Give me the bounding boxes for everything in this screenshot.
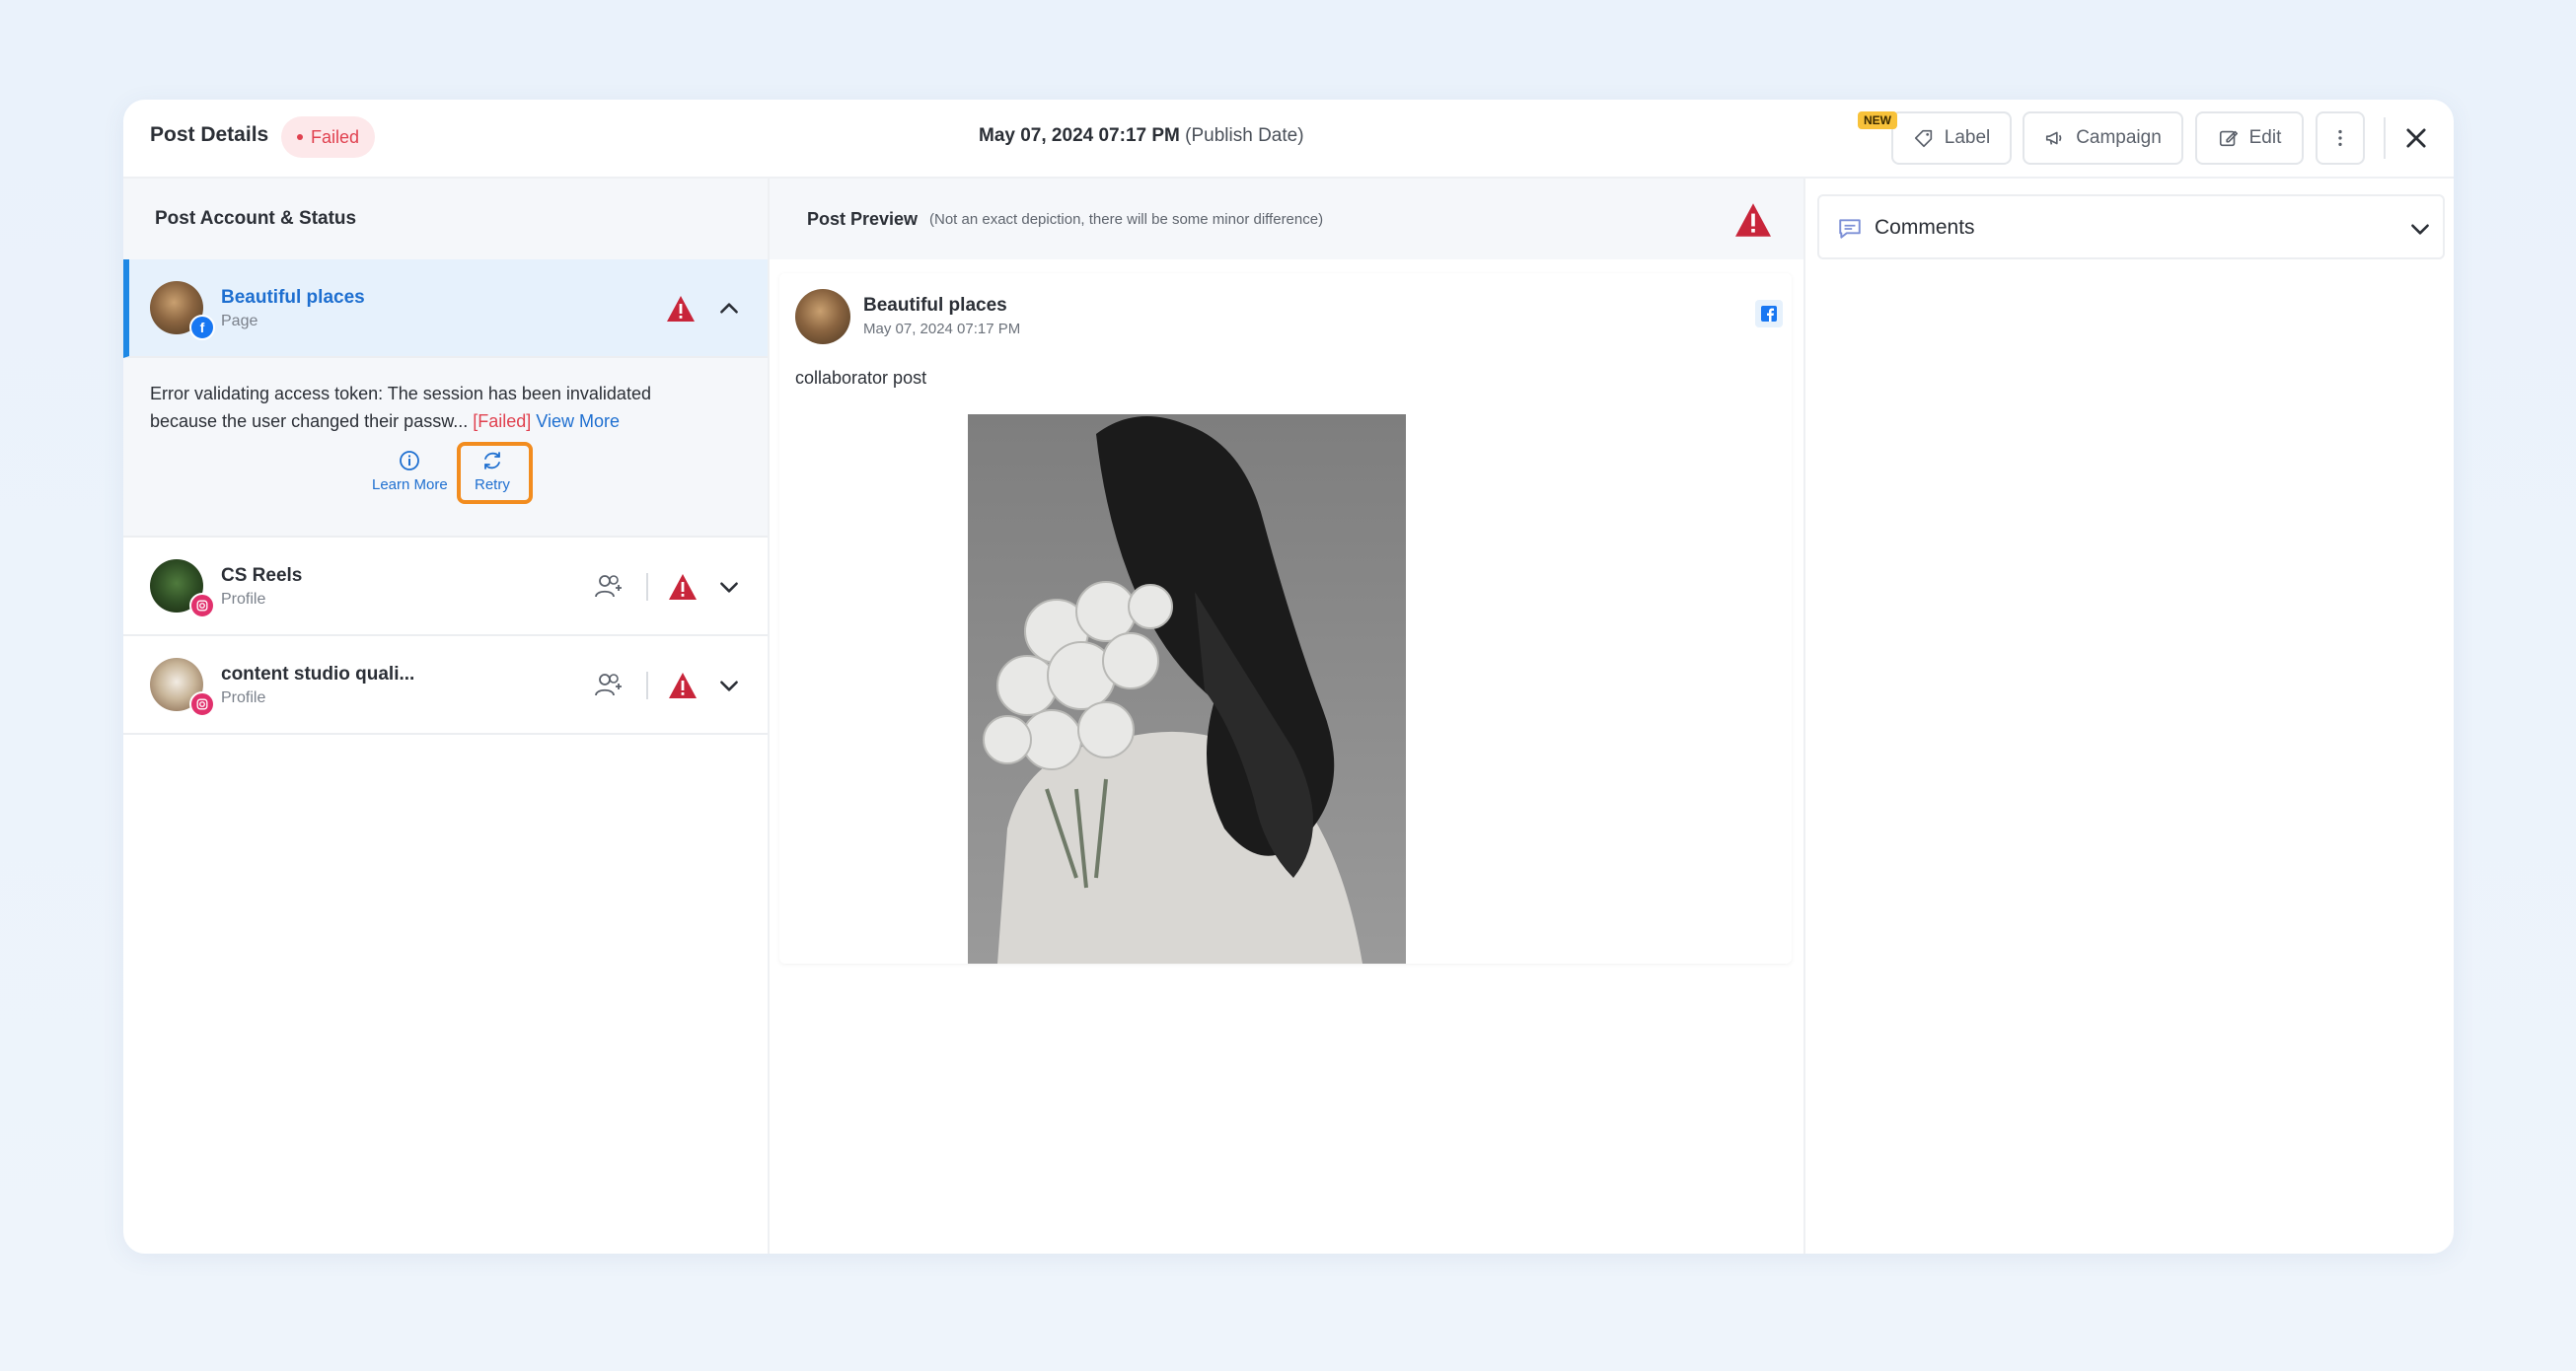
comments-accordion[interactable]: Comments: [1817, 194, 2445, 259]
accounts-panel-heading: Post Account & Status: [123, 179, 768, 259]
modal-header: Post Details Failed May 07, 2024 07:17 P…: [123, 100, 2454, 179]
error-message-block: Error validating access token: The sessi…: [150, 380, 702, 435]
comments-panel: Comments: [1805, 179, 2454, 1254]
warning-icon: [667, 296, 695, 322]
collaborators-icon[interactable]: [593, 670, 625, 699]
instagram-icon: [189, 593, 215, 618]
more-options-button[interactable]: [2316, 111, 2365, 165]
preview-post-text: collaborator post: [795, 368, 927, 388]
edit-icon: [2219, 130, 2238, 147]
account-row-beautiful-places[interactable]: f Beautiful places Page: [123, 259, 768, 358]
publish-date: May 07, 2024 07:17 PM (Publish Date): [979, 125, 1304, 147]
warning-icon: [1735, 203, 1771, 237]
account-row-cs-reels[interactable]: CS Reels Profile: [123, 538, 768, 636]
learn-more-button[interactable]: Learn More: [372, 449, 448, 493]
avatar: [795, 289, 850, 344]
preview-account-name: Beautiful places: [863, 295, 1007, 316]
chevron-down-icon: [2411, 224, 2429, 235]
account-name: CS Reels: [221, 565, 303, 586]
warning-icon: [669, 574, 697, 600]
campaign-button-text: Campaign: [2076, 127, 2162, 148]
account-row-content-studio[interactable]: content studio quali... Profile: [123, 636, 768, 735]
account-name: Beautiful places: [221, 287, 365, 308]
account-name: content studio quali...: [221, 664, 415, 685]
chevron-down-icon[interactable]: [716, 574, 742, 600]
error-details: Error validating access token: The sessi…: [123, 358, 768, 538]
post-image: [968, 414, 1406, 964]
retry-highlight-box: [457, 442, 533, 504]
edit-button-text: Edit: [2248, 127, 2282, 148]
facebook-icon: f: [189, 315, 215, 340]
preview-date: May 07, 2024 07:17 PM: [863, 321, 1021, 337]
comment-icon: [1839, 219, 1861, 239]
more-vertical-icon: [2338, 129, 2342, 147]
comments-label: Comments: [1875, 216, 1975, 239]
accounts-panel: Post Account & Status f Beautiful places…: [123, 179, 770, 1254]
publish-date-value: May 07, 2024 07:17 PM: [979, 125, 1180, 146]
campaign-button[interactable]: Campaign: [2023, 111, 2183, 165]
publish-date-suffix: (Publish Date): [1185, 125, 1304, 146]
facebook-icon: [1755, 300, 1783, 327]
collaborators-icon[interactable]: [593, 571, 625, 601]
woman-with-flowers-photo: [968, 414, 1406, 964]
label-button-text: Label: [1944, 127, 1991, 148]
divider: [646, 672, 648, 699]
new-badge: NEW: [1858, 111, 1897, 129]
chevron-up-icon[interactable]: [716, 296, 742, 322]
account-type: Profile: [221, 591, 266, 608]
modal-title: Post Details: [150, 123, 269, 146]
label-button[interactable]: Label: [1891, 111, 2012, 165]
learn-more-label: Learn More: [372, 476, 448, 493]
status-label: Failed: [311, 126, 360, 147]
status-badge: Failed: [281, 116, 376, 158]
post-details-modal: Post Details Failed May 07, 2024 07:17 P…: [123, 100, 2454, 1254]
header-divider: [2384, 117, 2386, 159]
info-icon: [400, 451, 420, 470]
post-preview-card: Beautiful places May 07, 2024 07:17 PM c…: [779, 273, 1792, 964]
instagram-icon: [189, 691, 215, 717]
chevron-down-icon[interactable]: [716, 673, 742, 698]
post-preview-header: Post Preview (Not an exact depiction, th…: [770, 179, 1803, 259]
post-preview-note: (Not an exact depiction, there will be s…: [929, 211, 1324, 228]
warning-icon: [669, 673, 697, 698]
account-type: Profile: [221, 689, 266, 706]
account-type: Page: [221, 313, 258, 329]
close-icon: [2406, 128, 2426, 148]
post-preview-heading: Post Preview: [807, 209, 919, 229]
edit-button[interactable]: Edit: [2195, 111, 2304, 165]
divider: [646, 573, 648, 601]
failed-tag: [Failed]: [473, 411, 532, 431]
view-more-link[interactable]: View More: [536, 411, 620, 431]
status-dot: [297, 134, 303, 140]
post-preview-panel: Post Preview (Not an exact depiction, th…: [770, 179, 1805, 1254]
close-button[interactable]: [2397, 119, 2435, 157]
megaphone-icon: [2046, 131, 2062, 145]
tag-icon: [1914, 129, 1932, 148]
